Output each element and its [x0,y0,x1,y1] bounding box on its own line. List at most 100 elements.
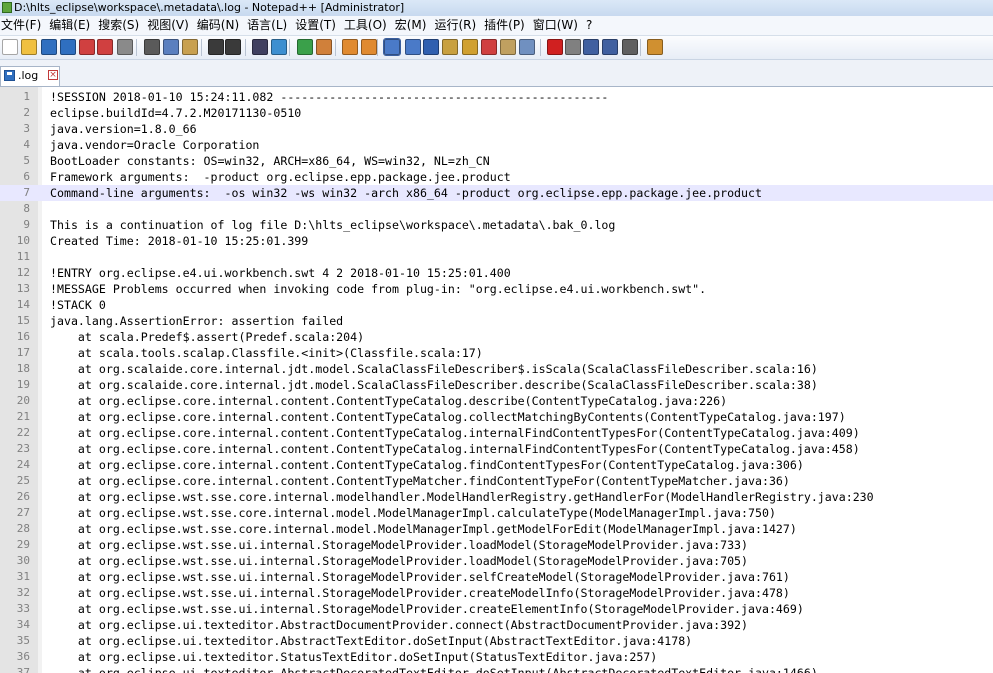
plugin-icon[interactable] [647,39,663,55]
editor-line[interactable]: 1 !SESSION 2018-01-10 15:24:11.082 ------… [0,89,993,105]
show-all-chars-icon[interactable] [405,39,421,55]
menu-item-8[interactable]: 宏(M) [394,16,434,35]
editor-line[interactable]: 25 at org.eclipse.core.internal.content.… [0,473,993,489]
folder-workspace-icon[interactable] [500,39,516,55]
editor-line[interactable]: 14 !STACK 0 [0,297,993,313]
line-number: 28 [16,522,30,535]
run-macro-multiple-icon[interactable] [602,39,618,55]
editor-line[interactable]: 31 at org.eclipse.wst.sse.ui.internal.St… [0,569,993,585]
monitor-icon[interactable] [519,39,535,55]
redo-icon[interactable] [225,39,241,55]
editor-line[interactable]: 27 at org.eclipse.wst.sse.core.internal.… [0,505,993,521]
editor-line[interactable]: 20 at org.eclipse.core.internal.content.… [0,393,993,409]
stop-record-icon[interactable] [565,39,581,55]
editor-line[interactable]: 16 at scala.Predef$.assert(Predef.scala:… [0,329,993,345]
line-text: !STACK 0 [50,298,106,312]
menu-item-2[interactable]: 搜索(S) [97,16,146,35]
editor-line[interactable]: 34 at org.eclipse.ui.texteditor.Abstract… [0,617,993,633]
line-number: 1 [23,90,30,103]
menu-item-3[interactable]: 视图(V) [146,16,196,35]
editor-line[interactable]: 36 at org.eclipse.ui.texteditor.StatusTe… [0,649,993,665]
editor-line[interactable]: 26 at org.eclipse.wst.sse.core.internal.… [0,489,993,505]
editor-line[interactable]: 30 at org.eclipse.wst.sse.ui.internal.St… [0,553,993,569]
sync-vertical-icon[interactable] [342,39,358,55]
editor-line[interactable]: 19 at org.scalaide.core.internal.jdt.mod… [0,377,993,393]
sync-horizontal-icon[interactable] [361,39,377,55]
editor-line[interactable]: 18 at org.scalaide.core.internal.jdt.mod… [0,361,993,377]
copy-icon[interactable] [163,39,179,55]
close-icon[interactable] [79,39,95,55]
line-text: at org.eclipse.core.internal.content.Con… [50,474,790,488]
editor-line[interactable]: 7 Command-line arguments: -os win32 -ws w… [0,185,993,201]
print-icon[interactable] [117,39,133,55]
editor-line[interactable]: 21 at org.eclipse.core.internal.content.… [0,409,993,425]
line-text: java.version=1.8.0_66 [50,122,197,136]
paste-icon[interactable] [182,39,198,55]
editor-line[interactable]: 12 !ENTRY org.eclipse.e4.ui.workbench.swt… [0,265,993,281]
zoom-out-icon[interactable] [316,39,332,55]
editor-line[interactable]: 2 eclipse.buildId=4.7.2.M20171130-0510 [0,105,993,121]
find-icon[interactable] [252,39,268,55]
editor-line[interactable]: 32 at org.eclipse.wst.sse.ui.internal.St… [0,585,993,601]
close-all-icon[interactable] [97,39,113,55]
line-number: 30 [16,554,30,567]
toolbar-separator [136,39,137,56]
editor-line[interactable]: 17 at scala.tools.scalap.Classfile.<init… [0,345,993,361]
menu-item-5[interactable]: 语言(L) [246,16,294,35]
editor-line[interactable]: 15 java.lang.AssertionError: assertion fa… [0,313,993,329]
user-language-icon[interactable] [442,39,458,55]
menu-item-7[interactable]: 工具(O) [343,16,394,35]
menu-item-12[interactable]: ? [585,16,599,35]
tab-close-icon[interactable]: × [48,70,58,80]
line-text: at org.eclipse.wst.sse.ui.internal.Stora… [50,570,790,584]
toolbar-separator [335,39,336,56]
editor-line[interactable]: 8 [0,201,993,217]
editor-line[interactable]: 9 This is a continuation of log file D:\h… [0,217,993,233]
editor-line[interactable]: 23 at org.eclipse.core.internal.content.… [0,441,993,457]
line-number: 32 [16,586,30,599]
editor-line[interactable]: 35 at org.eclipse.ui.texteditor.Abstract… [0,633,993,649]
editor-line[interactable]: 10 Created Time: 2018-01-10 15:25:01.399 [0,233,993,249]
editor-line[interactable]: 3 java.version=1.8.0_66 [0,121,993,137]
tab-log[interactable]: .log × [0,66,60,86]
doc-map-icon[interactable] [462,39,478,55]
editor-line[interactable]: 22 at org.eclipse.core.internal.content.… [0,425,993,441]
cut-icon[interactable] [144,39,160,55]
line-text: at org.eclipse.wst.sse.core.internal.mod… [50,522,797,536]
line-number: 14 [16,298,30,311]
undo-icon[interactable] [208,39,224,55]
editor-area[interactable]: 1 !SESSION 2018-01-10 15:24:11.082 ------… [0,87,993,673]
editor-line[interactable]: 24 at org.eclipse.core.internal.content.… [0,457,993,473]
editor-line[interactable]: 29 at org.eclipse.wst.sse.ui.internal.St… [0,537,993,553]
line-text: at org.eclipse.wst.sse.ui.internal.Stora… [50,586,790,600]
save-macro-icon[interactable] [622,39,638,55]
menu-item-9[interactable]: 运行(R) [433,16,483,35]
new-file-icon[interactable] [2,39,18,55]
menu-item-10[interactable]: 插件(P) [483,16,532,35]
record-macro-icon[interactable] [547,39,563,55]
menu-item-1[interactable]: 编辑(E) [48,16,97,35]
menu-item-11[interactable]: 窗口(W) [532,16,585,35]
editor-line[interactable]: 6 Framework arguments: -product org.eclip… [0,169,993,185]
replace-icon[interactable] [271,39,287,55]
line-text: !SESSION 2018-01-10 15:24:11.082 -------… [50,90,609,104]
editor-line[interactable]: 28 at org.eclipse.wst.sse.core.internal.… [0,521,993,537]
zoom-in-icon[interactable] [297,39,313,55]
editor-line[interactable]: 11 [0,249,993,265]
editor-line[interactable]: 33 at org.eclipse.wst.sse.ui.internal.St… [0,601,993,617]
editor-line[interactable]: 5 BootLoader constants: OS=win32, ARCH=x8… [0,153,993,169]
save-icon[interactable] [41,39,57,55]
menu-item-0[interactable]: 文件(F) [0,16,48,35]
menu-item-6[interactable]: 设置(T) [294,16,343,35]
indent-guide-icon[interactable] [423,39,439,55]
play-macro-icon[interactable] [583,39,599,55]
menu-item-4[interactable]: 编码(N) [196,16,246,35]
function-list-icon[interactable] [481,39,497,55]
save-all-icon[interactable] [60,39,76,55]
toolbar-separator [377,39,378,56]
editor-line[interactable]: 13 !MESSAGE Problems occurred when invoki… [0,281,993,297]
word-wrap-icon[interactable] [383,38,401,56]
open-file-icon[interactable] [21,39,37,55]
editor-line[interactable]: 4 java.vendor=Oracle Corporation [0,137,993,153]
editor-line[interactable]: 37 at org.eclipse.ui.texteditor.Abstract… [0,665,993,673]
